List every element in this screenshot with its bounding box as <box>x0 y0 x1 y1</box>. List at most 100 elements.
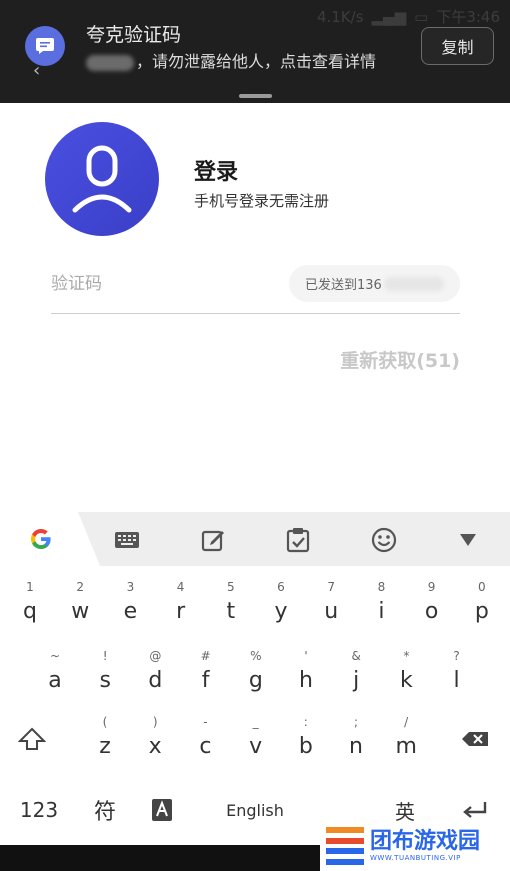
space-bar[interactable]: English <box>196 782 314 838</box>
shift-icon <box>18 727 46 750</box>
clipboard-icon[interactable] <box>284 526 312 554</box>
key-a[interactable]: ~ a <box>30 645 80 701</box>
key-hint: _ <box>252 715 259 729</box>
key-z[interactable]: (z <box>80 711 130 767</box>
key-hint: : <box>303 715 308 729</box>
key-label: z <box>99 734 111 759</box>
key-h[interactable]: ' h <box>281 645 331 701</box>
notification-app-name: 夸克验证码 <box>86 24 182 46</box>
verification-code-input[interactable] <box>51 265 281 303</box>
key-label: g <box>248 668 263 693</box>
key-label: y <box>274 599 288 624</box>
keyboard-icon[interactable] <box>113 526 141 554</box>
key-label: q <box>23 599 37 624</box>
watermark-logo-icon <box>326 827 364 865</box>
key-hint: ) <box>152 715 158 729</box>
back-arrow-icon: ‹ <box>33 60 41 81</box>
key-label: t <box>226 599 236 624</box>
key-p[interactable]: 0p <box>457 576 507 632</box>
notification-banner[interactable]: 4.1K/s ▂▄▆ ▭ 下午3:46 夸克验证码 ，请勿泄露给他人，点击查看详… <box>0 0 510 103</box>
key-g[interactable]: % g <box>231 645 281 701</box>
key-l[interactable]: ? l <box>432 645 482 701</box>
google-tab[interactable] <box>0 512 100 566</box>
key-v[interactable]: _ v <box>231 711 281 767</box>
key-label: v <box>249 734 263 759</box>
key-r[interactable]: 4r <box>156 576 206 632</box>
symbols-key[interactable]: 符 <box>80 782 130 838</box>
key-hint: ; <box>353 715 359 729</box>
key-label: n <box>349 734 363 759</box>
key-hint: 6 <box>277 580 285 594</box>
key-hint: 5 <box>226 580 235 594</box>
resend-code-button[interactable]: 重新获取(51) <box>340 346 460 373</box>
key-label: m <box>395 734 417 759</box>
key-label: d <box>148 668 163 693</box>
key-w[interactable]: 2w <box>55 576 105 632</box>
enter-icon <box>463 802 487 818</box>
key-b[interactable]: :b <box>281 711 331 767</box>
key-n[interactable]: ; n <box>331 711 381 767</box>
status-bar: 4.1K/s ▂▄▆ ▭ 下午3:46 <box>317 6 500 27</box>
handwriting-icon <box>152 799 172 821</box>
input-underline <box>51 313 460 314</box>
key-label: h <box>299 668 313 693</box>
key-m[interactable]: / m <box>381 711 431 767</box>
key-hint: 7 <box>327 580 335 594</box>
collapse-keyboard-icon[interactable] <box>454 526 482 554</box>
key-hint: & <box>351 649 361 663</box>
backspace-icon <box>462 732 488 746</box>
key-q[interactable]: 1q <box>5 576 55 632</box>
key-y[interactable]: 6y <box>256 576 306 632</box>
key-label: a <box>48 668 62 693</box>
key-hint: ( <box>102 715 108 729</box>
key-d[interactable]: @ d <box>130 645 180 701</box>
watermark-url: WWW.TUANBUTING.VIP <box>370 854 461 862</box>
key-label: k <box>400 668 413 693</box>
key-hint: 4 <box>176 580 185 594</box>
handwriting-key[interactable] <box>137 782 187 838</box>
key-hint: % <box>250 649 262 663</box>
key-label: o <box>424 599 439 624</box>
key-t[interactable]: 5t <box>206 576 256 632</box>
drag-handle[interactable] <box>239 94 272 98</box>
network-speed: 4.1K/s <box>316 7 364 26</box>
key-hint: ! <box>102 649 108 663</box>
avatar <box>45 122 159 236</box>
key-label: i <box>378 599 385 624</box>
emoji-icon[interactable] <box>370 526 398 554</box>
key-s[interactable]: ! s <box>80 645 130 701</box>
key-hint: 0 <box>477 580 486 594</box>
login-subtitle: 手机号登录无需注册 <box>194 192 330 210</box>
key-c[interactable]: -c <box>180 711 230 767</box>
key-label: u <box>324 599 339 624</box>
watermark-text: 团布游戏园 <box>370 829 481 854</box>
message-icon <box>25 26 65 66</box>
battery-icon: ▭ <box>414 7 429 26</box>
key-label: f <box>201 668 210 693</box>
watermark-logo: 团布游戏园 WWW.TUANBUTING.VIP <box>320 821 510 871</box>
key-hint: / <box>404 715 409 729</box>
key-o[interactable]: 9o <box>407 576 457 632</box>
key-hint: 2 <box>76 580 84 594</box>
key-u[interactable]: 7u <box>306 576 356 632</box>
shift-key[interactable] <box>7 711 57 767</box>
key-hint: 9 <box>427 580 436 594</box>
key-k[interactable]: * k <box>381 645 431 701</box>
edit-icon[interactable] <box>199 526 227 554</box>
key-label: b <box>298 734 313 759</box>
key-j[interactable]: & j <box>331 645 381 701</box>
key-e[interactable]: 3e <box>105 576 155 632</box>
backspace-key[interactable] <box>446 711 504 767</box>
key-hint: @ <box>149 649 162 663</box>
copy-button[interactable]: 复制 <box>421 27 494 65</box>
key-x[interactable]: ) x <box>130 711 180 767</box>
key-hint: 8 <box>377 580 386 594</box>
numbers-key[interactable]: 123 <box>8 782 70 838</box>
key-hint: ~ <box>49 649 61 663</box>
sent-to-badge: 已发送到136 <box>289 265 460 302</box>
key-label: w <box>71 599 90 624</box>
key-f[interactable]: # f <box>181 645 231 701</box>
page-title: 登录 <box>194 160 239 185</box>
key-hint: 1 <box>26 580 34 594</box>
key-i[interactable]: 8i <box>356 576 406 632</box>
